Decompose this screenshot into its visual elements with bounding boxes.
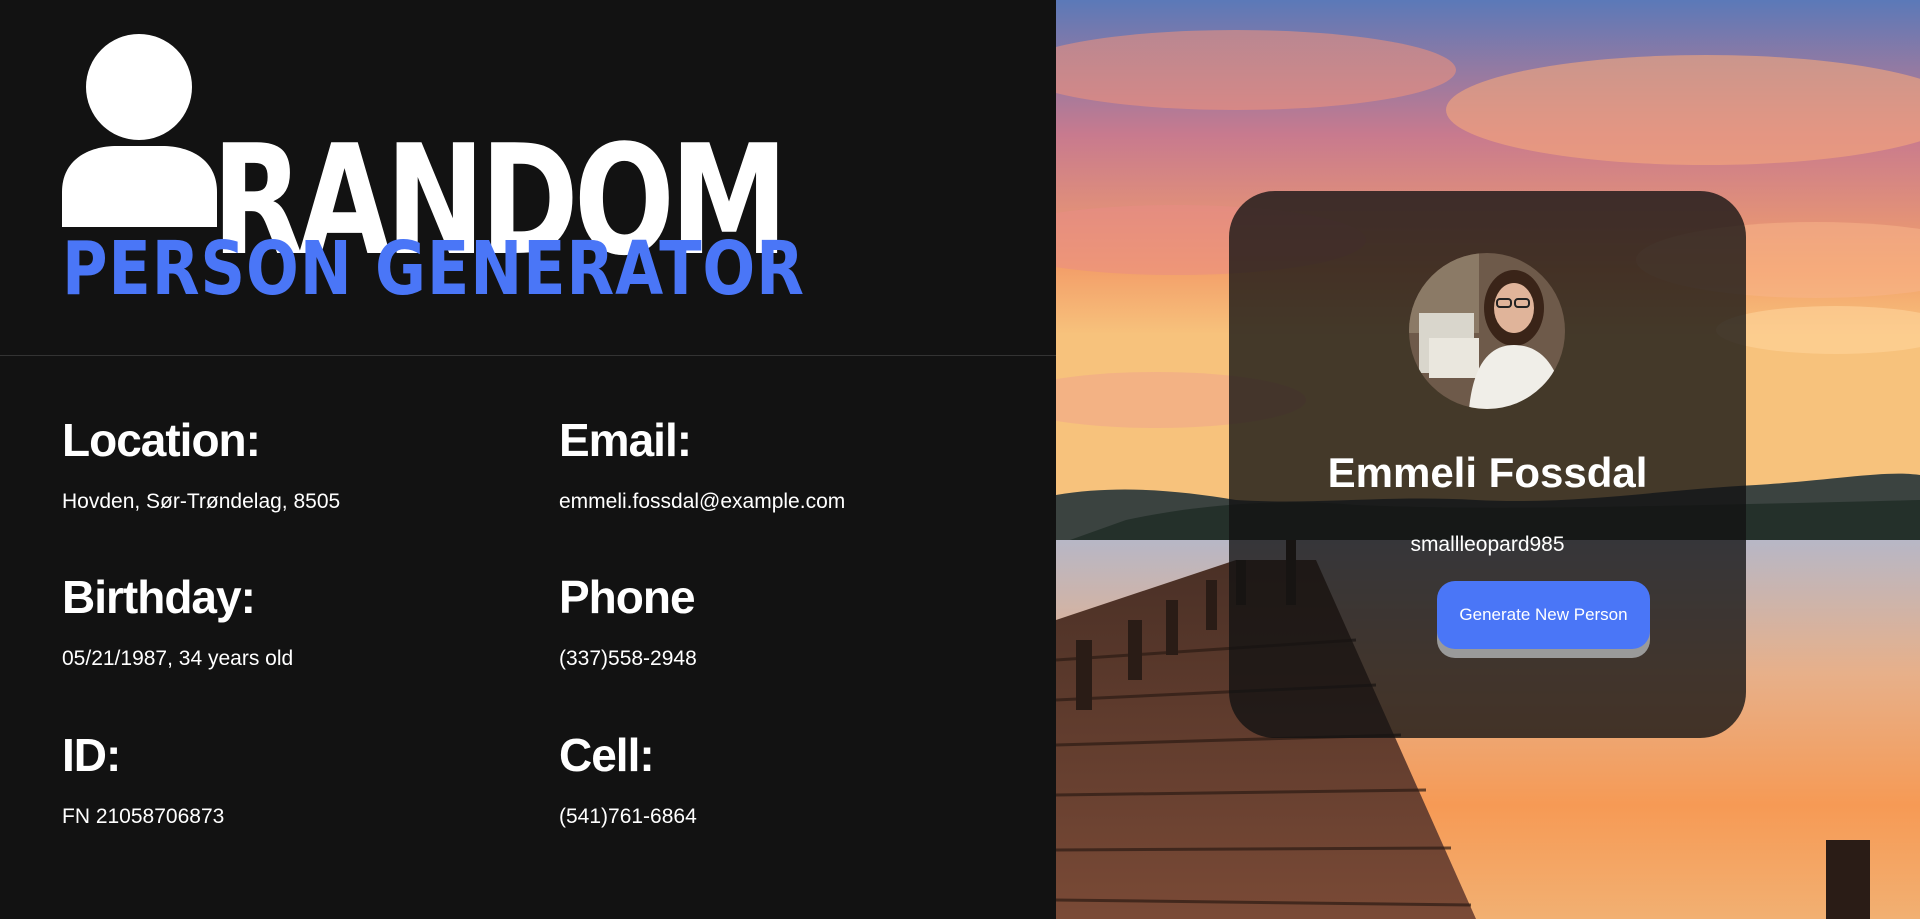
location-value: Hovden, Sør-Trøndelag, 8505 xyxy=(62,490,341,513)
birthday-block: Birthday: 05/21/1987, 34 years old xyxy=(62,567,522,673)
birthday-value: 05/21/1987, 34 years old xyxy=(62,647,294,670)
header-divider xyxy=(0,355,1056,356)
email-block: Email: emmeli.fossdal@example.com xyxy=(559,410,1019,516)
email-heading: Email: xyxy=(559,414,692,466)
location-heading: Location: xyxy=(62,414,261,466)
location-block: Location: Hovden, Sør-Trøndelag, 8505 xyxy=(62,410,522,516)
person-details-panel: RANDOM PERSON GENERATOR Location: Hovden… xyxy=(0,0,1056,919)
profile-photo-image xyxy=(1409,253,1565,409)
id-heading: ID: xyxy=(62,729,121,781)
person-username: smallleopard985 xyxy=(1410,533,1565,556)
app-page: RANDOM PERSON GENERATOR Location: Hovden… xyxy=(0,0,1920,919)
phone-heading: Phone xyxy=(559,571,696,623)
birthday-heading: Birthday: xyxy=(62,571,256,623)
cell-heading: Cell: xyxy=(559,729,655,781)
email-value: emmeli.fossdal@example.com xyxy=(559,490,846,513)
avatar xyxy=(1409,253,1565,409)
id-value: FN 21058706873 xyxy=(62,805,225,828)
logo-subtitle: PERSON GENERATOR xyxy=(62,226,805,312)
id-block: ID: FN 21058706873 xyxy=(62,725,522,831)
profile-panel: Emmeli Fossdal smallleopard985 Generate … xyxy=(1056,0,1920,919)
cell-value: (541)761-6864 xyxy=(559,805,697,828)
app-logo: RANDOM PERSON GENERATOR xyxy=(62,34,842,312)
cell-block: Cell: (541)761-6864 xyxy=(559,725,1019,831)
person-name: Emmeli Fossdal xyxy=(1327,449,1648,496)
person-silhouette-icon xyxy=(62,34,217,227)
profile-card: Emmeli Fossdal smallleopard985 Generate … xyxy=(1229,191,1746,738)
phone-block: Phone (337)558-2948 xyxy=(559,567,1019,673)
phone-value: (337)558-2948 xyxy=(559,647,697,670)
generate-new-person-button[interactable]: Generate New Person xyxy=(1437,581,1650,649)
